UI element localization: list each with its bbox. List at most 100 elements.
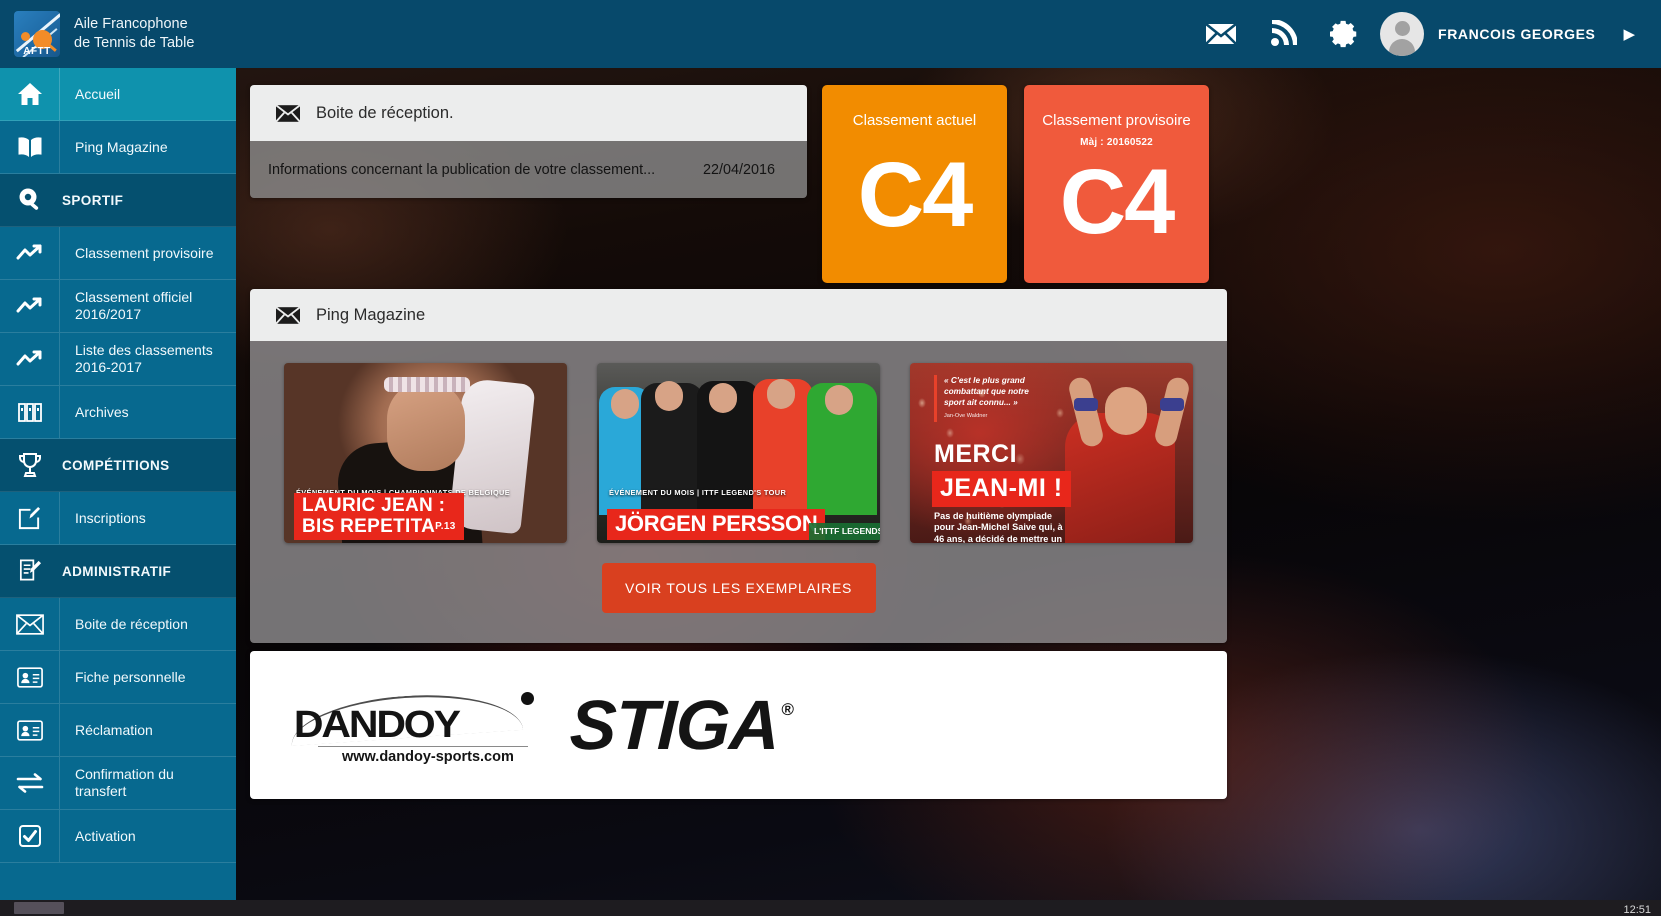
edit-box-icon (0, 492, 59, 544)
aftt-logo-icon: AFTT (14, 11, 60, 57)
issue-quote-text: « C'est le plus grand combattant que not… (944, 375, 1029, 407)
trend-icon (0, 333, 59, 385)
rss-icon[interactable] (1252, 0, 1314, 68)
magazine-issue-thumbnail[interactable]: ÉVÉNEMENT DU MOIS | CHAMPIONNATS DE BELG… (284, 363, 567, 543)
sidebar-item-label: Activation (59, 810, 236, 862)
stiga-logo[interactable]: STIGA® (569, 685, 794, 765)
ping-magazine-panel: Ping Magazine ÉVÉNEMENT DU MOIS | CHAMPI… (250, 289, 1227, 643)
transfer-arrows-icon (0, 757, 59, 809)
sidebar-section-competitions[interactable]: COMPÉTITIONS (0, 439, 236, 492)
inbox-card-header: Boite de réception. (250, 85, 807, 141)
book-icon (0, 121, 59, 173)
issue-badge: P.13 (435, 521, 456, 532)
caret-right-icon[interactable]: ▶ (1623, 25, 1635, 43)
sidebar-section-sportif[interactable]: SPORTIF (0, 174, 236, 227)
envelope-icon (0, 598, 59, 650)
sidebar-item-label: Boite de réception (59, 598, 236, 650)
issue-title: JÖRGEN PERSSON (607, 509, 826, 540)
issue-kicker: ÉVÉNEMENT DU MOIS | ITTF LEGEND'S TOUR (609, 488, 787, 497)
id-card-icon (0, 704, 59, 756)
issue-title: LAURIC JEAN : BIS REPETITAP.13 (294, 493, 464, 540)
sidebar-item-label: Fiche personnelle (59, 651, 236, 703)
ranking-card-current[interactable]: Classement actuel C4 (822, 85, 1007, 283)
sidebar-item-archives[interactable]: Archives (0, 386, 236, 439)
sidebar-section-label: ADMINISTRATIF (62, 563, 172, 579)
issue-title-line1: LAURIC JEAN : (302, 495, 446, 516)
issue-title-line2: BIS REPETITA (302, 516, 436, 537)
sidebar-item-confirmation-transfert[interactable]: Confirmation du transfert (0, 757, 236, 810)
id-card-icon (0, 651, 59, 703)
sidebar-item-label: Accueil (59, 68, 236, 120)
header-tools: FRANCOIS GEORGES ▶ (1190, 0, 1661, 68)
sidebar-item-label: Classement provisoire (59, 227, 236, 279)
app-window: AFTT Aile Francophone de Tennis de Table (0, 0, 1661, 916)
horizontal-scrollbar[interactable] (0, 900, 1661, 916)
document-edit-icon (0, 545, 59, 597)
sidebar-item-label: Ping Magazine (59, 121, 236, 173)
dandoy-wordmark: DANDOY (293, 704, 461, 746)
registered-mark: ® (781, 700, 794, 719)
inbox-card: Boite de réception. Informations concern… (250, 85, 807, 198)
see-all-issues-button[interactable]: VOIR TOUS LES EXEMPLAIRES (601, 563, 876, 613)
home-icon (0, 68, 59, 120)
ranking-card-value: C4 (857, 144, 974, 246)
main-content: Boite de réception. Informations concern… (236, 68, 1661, 916)
issue-title: MERCI (934, 440, 1018, 468)
sidebar-item-inscriptions[interactable]: Inscriptions (0, 492, 236, 545)
gear-icon[interactable] (1314, 0, 1376, 68)
ranking-card-title: Classement provisoire (1042, 112, 1191, 129)
brand-logo-area[interactable]: AFTT Aile Francophone de Tennis de Table (0, 0, 236, 68)
top-header-bar: AFTT Aile Francophone de Tennis de Table (0, 0, 1661, 68)
dandoy-url: www.dandoy-sports.com (342, 749, 514, 765)
message-subject: Informations concernant la publication d… (268, 161, 656, 178)
archive-icon (0, 386, 59, 438)
sidebar-item-activation[interactable]: Activation (0, 810, 236, 863)
mail-icon[interactable] (1190, 0, 1252, 68)
sidebar-item-boite-de-reception[interactable]: Boite de réception (0, 598, 236, 651)
list-item[interactable]: Informations concernant la publication d… (250, 141, 807, 198)
brand-line-2: de Tennis de Table (74, 35, 195, 51)
sidebar-section-label: SPORTIF (62, 192, 124, 208)
ping-magazine-body: ÉVÉNEMENT DU MOIS | CHAMPIONNATS DE BELG… (250, 341, 1227, 643)
sidebar-item-accueil[interactable]: Accueil (0, 68, 236, 121)
message-date: 22/04/2016 (702, 161, 775, 178)
user-menu[interactable]: FRANCOIS GEORGES ▶ (1376, 12, 1651, 56)
sidebar-item-classement-officiel[interactable]: Classement officiel 2016/2017 (0, 280, 236, 333)
brand-line-1: Aile Francophone (74, 16, 188, 32)
dandoy-logo[interactable]: DANDOY www.dandoy-sports.com (288, 686, 540, 765)
stiga-wordmark: STIGA (568, 686, 781, 764)
issue-highlight: JEAN-MI ! (932, 471, 1071, 507)
sidebar-item-label: Archives (59, 386, 236, 438)
username-label: FRANCOIS GEORGES (1438, 26, 1596, 42)
avatar (1380, 12, 1425, 56)
ranking-card-title: Classement actuel (852, 112, 977, 129)
sidebar-item-reclamation[interactable]: Réclamation (0, 704, 236, 757)
sidebar-item-label: Confirmation du transfert (59, 757, 236, 809)
trend-icon (0, 280, 59, 332)
ranking-card-provisional[interactable]: Classement provisoire Màj : 20160522 C4 (1024, 85, 1209, 283)
envelope-icon (276, 104, 300, 122)
issue-quote: « C'est le plus grand combattant que not… (934, 375, 1042, 422)
ranking-card-value: C4 (1059, 151, 1176, 253)
brand-title: Aile Francophone de Tennis de Table (74, 15, 194, 53)
checkbox-icon (0, 810, 59, 862)
issue-blurb: Pas de huitième olympiade pour Jean-Mich… (934, 511, 1063, 543)
ping-magazine-header: Ping Magazine (250, 289, 1227, 341)
ranking-card-subtitle: Màj : 20160522 (1080, 137, 1153, 148)
sidebar-item-fiche-personnelle[interactable]: Fiche personnelle (0, 651, 236, 704)
paddle-icon (0, 174, 59, 226)
sidebar-item-ping-magazine[interactable]: Ping Magazine (0, 121, 236, 174)
sidebar-section-administratif[interactable]: ADMINISTRATIF (0, 545, 236, 598)
inbox-message-list: Informations concernant la publication d… (250, 141, 807, 198)
sidebar-item-label: Liste des classements 2016-2017 (59, 333, 236, 385)
magazine-issue-thumbnail[interactable]: « C'est le plus grand combattant que not… (910, 363, 1193, 543)
magazine-issue-thumbnail[interactable]: ÉVÉNEMENT DU MOIS | ITTF LEGEND'S TOUR J… (597, 363, 880, 543)
issue-quote-source: Jan-Ove Waldner (944, 413, 988, 419)
issue-side-note: L'ITTF LEGENDS TOUR a de nouveau (809, 523, 880, 540)
sidebar-item-liste-classements[interactable]: Liste des classements 2016-2017 (0, 333, 236, 386)
magazine-thumbnails: ÉVÉNEMENT DU MOIS | CHAMPIONNATS DE BELG… (250, 341, 1227, 543)
sidebar-item-classement-provisoire[interactable]: Classement provisoire (0, 227, 236, 280)
sidebar-item-label: Inscriptions (59, 492, 236, 544)
envelope-icon (276, 306, 300, 324)
scrollbar-thumb[interactable] (14, 902, 64, 914)
